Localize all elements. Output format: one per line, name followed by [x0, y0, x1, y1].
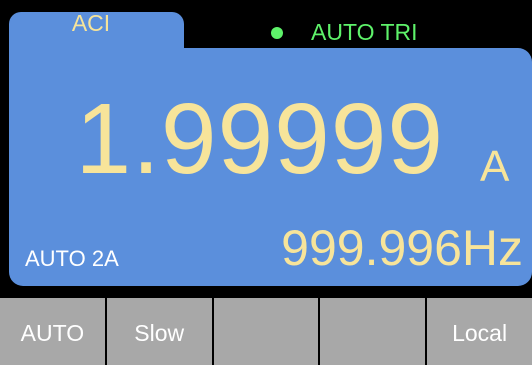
softkey-label: Slow	[134, 320, 185, 346]
meter-screen: ACI AUTO TRI 1.99999 A AUTO 2A 999.996Hz…	[0, 0, 532, 365]
softkey-bar: AUTO Slow Local	[0, 298, 532, 365]
range-label: AUTO 2A	[25, 246, 119, 271]
softkey-4-blank[interactable]	[320, 298, 428, 365]
trigger-mode-label: AUTO TRI	[311, 19, 418, 45]
primary-reading: 1.99999	[75, 83, 444, 195]
function-label: ACI	[71, 10, 111, 36]
primary-unit: A	[480, 142, 510, 191]
secondary-reading: 999.996Hz	[281, 220, 523, 276]
softkey-1-auto[interactable]: AUTO	[0, 298, 107, 365]
softkey-3-blank[interactable]	[213, 298, 321, 365]
trigger-status-icon	[271, 27, 283, 39]
softkey-2-speed[interactable]: Slow	[106, 298, 214, 365]
softkey-label: Local	[452, 320, 508, 346]
softkey-5-local[interactable]: Local	[427, 298, 532, 365]
softkey-label: AUTO	[20, 320, 85, 346]
